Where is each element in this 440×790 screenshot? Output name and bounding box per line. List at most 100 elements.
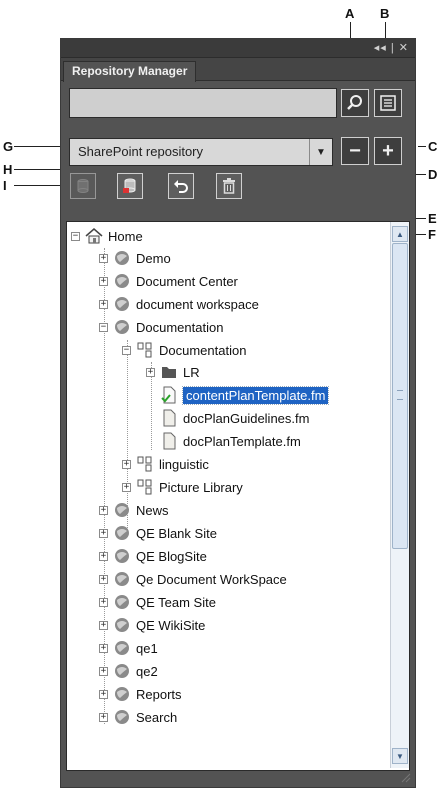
globe-icon [113, 319, 131, 335]
folder-icon [160, 364, 178, 380]
repository-manager-panel: ◂◂ | ✕ Repository Manager SharePoint rep… [60, 38, 416, 788]
tree-node-site[interactable]: + QE Team Site [99, 592, 216, 612]
tree-node-site[interactable]: + News [99, 500, 169, 520]
tree-node-label: QE Blank Site [136, 525, 217, 541]
callout-d: D [428, 167, 438, 182]
chevron-down-icon[interactable]: ▼ [309, 139, 332, 165]
search-input[interactable] [69, 88, 337, 118]
tree-node-site[interactable]: + qe1 [99, 638, 158, 658]
tree-node-site[interactable]: + QE WikiSite [99, 615, 205, 635]
collapse-icon[interactable]: − [122, 345, 131, 355]
document-icon [160, 409, 178, 427]
expand-icon[interactable]: + [99, 253, 108, 263]
leader-c [418, 146, 426, 147]
expand-icon[interactable]: + [99, 276, 108, 286]
minus-icon: − [349, 139, 361, 162]
tree-node-label: qe2 [136, 663, 158, 679]
list-view-button[interactable] [374, 89, 402, 117]
tree-node-folder[interactable]: + LR [146, 362, 200, 382]
expand-icon[interactable]: + [99, 712, 108, 722]
callout-a: A [345, 6, 355, 21]
remove-repository-button[interactable]: − [341, 137, 369, 165]
document-icon [160, 432, 178, 450]
repository-select[interactable]: SharePoint repository ▼ [69, 138, 333, 166]
tree-node-site[interactable]: − Documentation [99, 317, 223, 337]
expand-icon[interactable]: + [122, 482, 131, 492]
undo-checkout-button[interactable] [168, 173, 194, 199]
tree-node-site[interactable]: + QE BlogSite [99, 546, 207, 566]
tree-node-file[interactable]: contentPlanTemplate.fm [160, 385, 330, 405]
tree-node-label: linguistic [159, 456, 209, 472]
globe-icon [113, 594, 131, 610]
expand-icon[interactable]: + [99, 620, 108, 630]
tree-node-site[interactable]: + Qe Document WorkSpace [99, 569, 287, 589]
expand-icon[interactable]: + [99, 643, 108, 653]
expand-icon[interactable]: + [99, 299, 108, 309]
collapse-icon[interactable]: − [99, 322, 108, 332]
disconnect-repository-button[interactable] [117, 173, 143, 199]
tree-node-label: QE BlogSite [136, 548, 207, 564]
tree-node-site[interactable]: + document workspace [99, 294, 259, 314]
tree-node-site[interactable]: + Search [99, 707, 177, 727]
list-icon [380, 95, 396, 111]
search-button[interactable] [341, 89, 369, 117]
scroll-down-icon[interactable]: ▼ [392, 748, 408, 764]
expand-icon[interactable]: + [99, 597, 108, 607]
expand-icon[interactable]: + [146, 367, 155, 377]
tree-node-label: LR [183, 364, 200, 380]
panel-tabstrip: Repository Manager [61, 58, 415, 82]
globe-icon [113, 709, 131, 725]
globe-icon [113, 663, 131, 679]
expand-icon[interactable]: + [99, 505, 108, 515]
globe-icon [113, 296, 131, 312]
expand-icon[interactable]: + [99, 528, 108, 538]
tree-node-label: Home [108, 228, 143, 244]
delete-button[interactable] [216, 173, 242, 199]
globe-icon [113, 250, 131, 266]
scrollbar-thumb[interactable] [392, 243, 408, 549]
expand-icon[interactable]: + [122, 459, 131, 469]
expand-icon[interactable]: + [99, 574, 108, 584]
tree-node-site[interactable]: + Document Center [99, 271, 238, 291]
repository-info-button[interactable] [70, 173, 96, 199]
tree-node-file[interactable]: docPlanTemplate.fm [160, 431, 301, 451]
expand-icon[interactable]: + [99, 551, 108, 561]
magnifier-icon [347, 95, 362, 110]
scroll-up-icon[interactable]: ▲ [392, 226, 408, 242]
plus-icon: + [382, 139, 394, 162]
tree-node-file[interactable]: docPlanGuidelines.fm [160, 408, 309, 428]
callout-f: F [428, 227, 436, 242]
tree-node-site[interactable]: + QE Blank Site [99, 523, 217, 543]
globe-icon [113, 502, 131, 518]
tree-node-label: QE WikiSite [136, 617, 206, 633]
checked-in-document-icon [160, 386, 178, 404]
tree-node-library[interactable]: + Picture Library [122, 477, 243, 497]
tree-scrollbar[interactable]: ▲ ▼ [390, 222, 409, 768]
panel-window-controls[interactable]: ◂◂ | ✕ [374, 41, 409, 54]
tree-node-home[interactable]: − Home [71, 226, 143, 246]
undo-icon [174, 180, 188, 193]
collapse-icon[interactable]: − [71, 231, 80, 241]
tree-node-library[interactable]: + linguistic [122, 454, 209, 474]
repository-tree[interactable]: − Home + Demo + Document Center + docume… [66, 221, 410, 771]
callout-b: B [380, 6, 390, 21]
repository-select-value: SharePoint repository [78, 144, 204, 159]
expand-icon[interactable]: + [99, 666, 108, 676]
tree-node-site[interactable]: + qe2 [99, 661, 158, 681]
tree-node-site[interactable]: + Demo [99, 248, 171, 268]
add-repository-button[interactable]: + [374, 137, 402, 165]
tree-node-label: Qe Document WorkSpace [136, 571, 287, 587]
tree-node-label: Documentation [136, 319, 224, 335]
tree-node-label: Demo [136, 250, 171, 266]
tree-node-label: docPlanTemplate.fm [183, 433, 301, 449]
globe-icon [113, 525, 131, 541]
tree-node-label: QE Team Site [136, 594, 216, 610]
resize-grip-icon[interactable] [399, 771, 411, 783]
tree-node-label-selected: contentPlanTemplate.fm [181, 385, 330, 405]
tree-node-site[interactable]: + Reports [99, 684, 182, 704]
tree-node-library[interactable]: − Documentation [122, 340, 246, 360]
globe-icon [113, 686, 131, 702]
expand-icon[interactable]: + [99, 689, 108, 699]
home-icon [85, 228, 103, 244]
tab-repository-manager[interactable]: Repository Manager [63, 61, 197, 82]
